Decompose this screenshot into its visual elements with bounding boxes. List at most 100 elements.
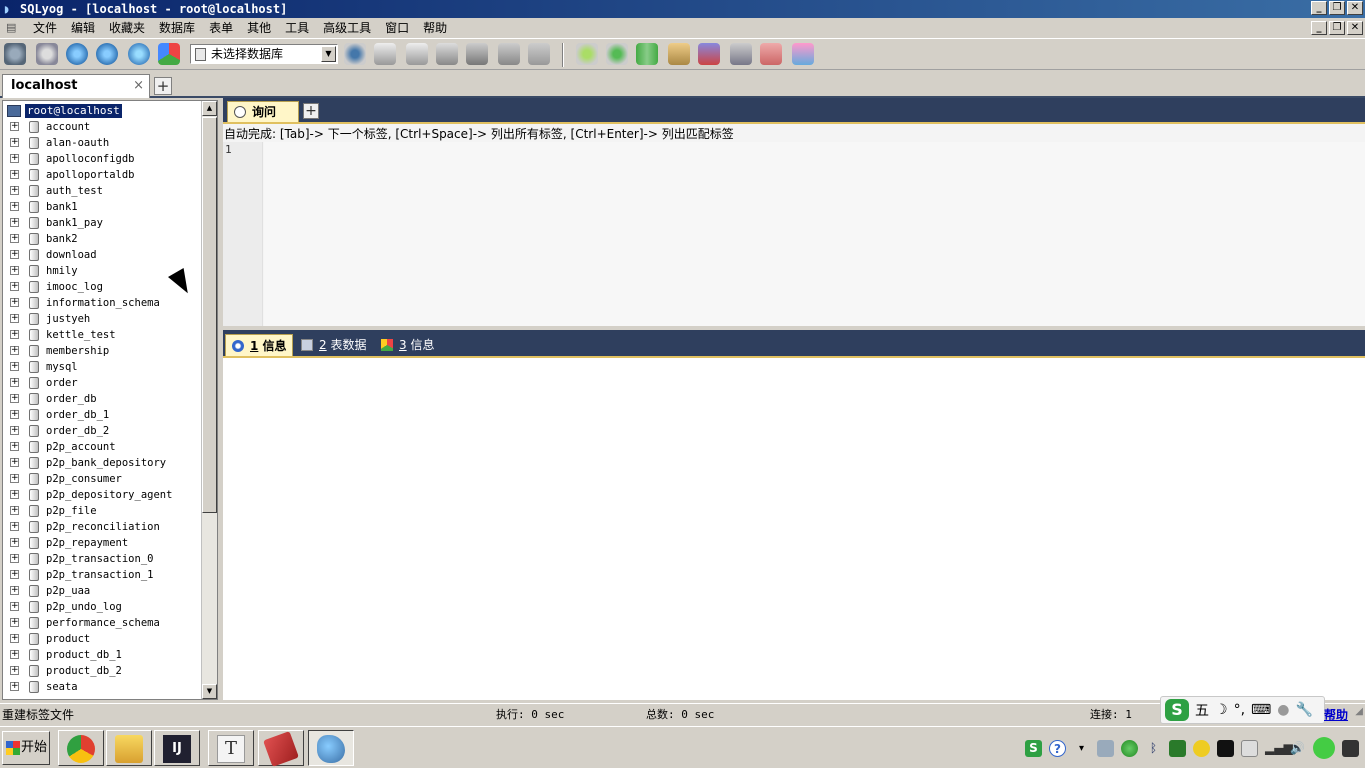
expand-icon[interactable]: + [10, 282, 19, 291]
volume-icon[interactable]: 🔊 [1289, 740, 1306, 757]
tree-item[interactable]: + p2p_transaction_0 [3, 551, 201, 567]
menu-advanced-tools[interactable]: 高级工具 [316, 18, 378, 38]
security-tray-icon[interactable] [1121, 739, 1138, 757]
tree-item[interactable]: + order_db_1 [3, 407, 201, 423]
expand-icon[interactable]: + [10, 442, 19, 451]
expand-icon[interactable]: + [10, 394, 19, 403]
tree-item[interactable]: + p2p_account [3, 439, 201, 455]
tree-item[interactable]: + p2p_depository_agent [3, 487, 201, 503]
expand-icon[interactable]: + [10, 378, 19, 387]
sogou-logo[interactable]: S [1165, 699, 1189, 721]
tree-item[interactable]: + mysql [3, 359, 201, 375]
backup-icon[interactable] [436, 43, 458, 65]
tree-item[interactable]: + p2p_undo_log [3, 599, 201, 615]
scroll-thumb[interactable] [202, 117, 217, 513]
migration-icon[interactable] [668, 43, 690, 65]
restore-button[interactable]: ❐ [1329, 1, 1345, 15]
tab-query[interactable]: 询问 [227, 101, 299, 122]
expand-icon[interactable]: + [10, 250, 19, 259]
database-select[interactable]: 未选择数据库 ▼ [190, 44, 338, 64]
expand-icon[interactable]: + [10, 330, 19, 339]
tag-icon[interactable] [576, 43, 598, 65]
menu-tools[interactable]: 工具 [278, 18, 316, 38]
menu-table[interactable]: 表单 [202, 18, 240, 38]
expand-icon[interactable]: + [10, 410, 19, 419]
expand-icon[interactable]: + [10, 298, 19, 307]
tree-item[interactable]: + apolloportaldb [3, 167, 201, 183]
tree-item[interactable]: + p2p_reconciliation [3, 519, 201, 535]
execute-all-icon[interactable] [96, 43, 118, 65]
expand-icon[interactable]: + [10, 218, 19, 227]
tab-info[interactable]: 3 信息 [375, 334, 445, 356]
signal-icon[interactable]: ▂▄▆ [1265, 740, 1293, 757]
table-icon[interactable] [466, 43, 488, 65]
expand-icon[interactable]: + [10, 138, 19, 147]
expand-icon[interactable]: + [10, 650, 19, 659]
expand-icon[interactable]: + [10, 618, 19, 627]
tree-item[interactable]: + bank1_pay [3, 215, 201, 231]
menu-other[interactable]: 其他 [240, 18, 278, 38]
tree-item[interactable]: + product_db_2 [3, 663, 201, 679]
intellij-task[interactable]: IJ [154, 730, 200, 766]
tree-item[interactable]: + p2p_transaction_1 [3, 567, 201, 583]
speed-meter-icon[interactable] [1313, 737, 1335, 759]
new-connection-icon[interactable] [4, 43, 26, 65]
grid-icon[interactable] [498, 43, 520, 65]
close-icon[interactable]: × [133, 75, 144, 97]
tree-item[interactable]: + kettle_test [3, 327, 201, 343]
tray-expand-icon[interactable]: ▾ [1073, 740, 1090, 757]
tree-root[interactable]: root@localhost [7, 103, 122, 119]
sqlyog-task[interactable] [308, 730, 354, 766]
expand-icon[interactable]: + [10, 554, 19, 563]
schema-sync-icon[interactable] [698, 43, 720, 65]
menu-database[interactable]: 数据库 [152, 18, 202, 38]
expand-icon[interactable]: + [10, 474, 19, 483]
device-tray-icon[interactable] [1241, 739, 1258, 757]
new-query-icon[interactable] [36, 43, 58, 65]
import-db-icon[interactable] [374, 43, 396, 65]
expand-icon[interactable]: + [10, 538, 19, 547]
moon-icon[interactable]: ☽ [1215, 702, 1228, 718]
new-connection-tab-button[interactable]: + [154, 77, 172, 95]
tab-messages[interactable]: 1 信息 [225, 334, 293, 356]
refresh-icon[interactable] [128, 43, 150, 65]
expand-icon[interactable]: + [10, 506, 19, 515]
export-db-icon[interactable] [406, 43, 428, 65]
explorer-task[interactable] [106, 730, 152, 766]
tree-item[interactable]: + performance_schema [3, 615, 201, 631]
tree-item[interactable]: + seata [3, 679, 201, 695]
expand-icon[interactable]: + [10, 202, 19, 211]
tree-item[interactable]: + product_db_1 [3, 647, 201, 663]
execute-query-icon[interactable] [66, 43, 88, 65]
schema-icon[interactable] [158, 43, 180, 65]
sync-db-icon[interactable] [606, 43, 628, 65]
tree-item[interactable]: + bank1 [3, 199, 201, 215]
expand-icon[interactable]: + [10, 602, 19, 611]
tree-item[interactable]: + p2p_bank_depository [3, 455, 201, 471]
minimize-button[interactable]: _ [1311, 1, 1327, 15]
expand-icon[interactable]: + [10, 522, 19, 531]
chrome-task[interactable] [58, 730, 104, 766]
tree-item[interactable]: + p2p_uaa [3, 583, 201, 599]
ime-mode[interactable]: 五 [1195, 700, 1209, 720]
eraser-task[interactable] [258, 730, 304, 767]
tree-item[interactable]: + alan-oauth [3, 135, 201, 151]
mdi-restore-button[interactable]: ❐ [1329, 21, 1345, 35]
expand-icon[interactable]: + [10, 490, 19, 499]
punctuation-icon[interactable]: °, [1234, 702, 1245, 718]
tree-item[interactable]: + p2p_consumer [3, 471, 201, 487]
start-button[interactable]: 开始 [2, 731, 50, 765]
expand-icon[interactable]: + [10, 682, 19, 691]
tree-item[interactable]: + order_db_2 [3, 423, 201, 439]
tree-item[interactable]: + p2p_repayment [3, 535, 201, 551]
tree-item[interactable]: + product [3, 631, 201, 647]
keyboard-icon[interactable]: ⌨ [1251, 702, 1271, 718]
menu-edit[interactable]: 编辑 [64, 18, 102, 38]
er-diagram-icon[interactable] [792, 43, 814, 65]
expand-icon[interactable]: + [10, 122, 19, 131]
tree-item[interactable]: + bank2 [3, 231, 201, 247]
expand-icon[interactable]: + [10, 362, 19, 371]
update-tray-icon[interactable] [1193, 739, 1210, 757]
menu-window[interactable]: 窗口 [378, 18, 416, 38]
help-link[interactable]: 帮助 [1324, 706, 1348, 723]
